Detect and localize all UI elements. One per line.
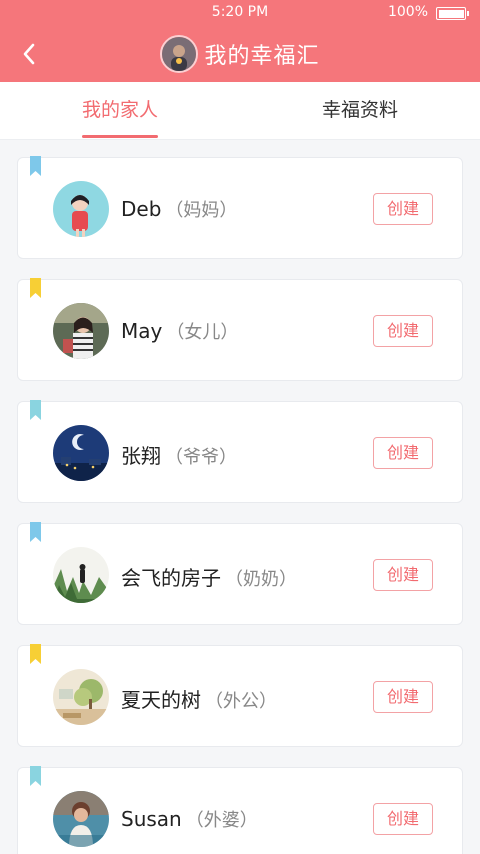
member-name: Deb （妈妈） bbox=[121, 196, 237, 222]
member-nickname: 会飞的房子 bbox=[121, 566, 221, 590]
battery-percent: 100% bbox=[387, 4, 428, 20]
avatar bbox=[53, 425, 109, 481]
family-member-card[interactable]: Deb （妈妈） 创建 bbox=[17, 156, 463, 259]
family-member-card[interactable]: Susan （外婆） 创建 bbox=[17, 766, 463, 854]
active-tab-indicator bbox=[82, 135, 158, 138]
avatar bbox=[53, 181, 109, 237]
member-nickname: 夏天的树 bbox=[121, 688, 201, 712]
tab-happiness-info[interactable]: 幸福资料 bbox=[240, 82, 480, 140]
member-nickname: May bbox=[121, 319, 163, 343]
user-avatar[interactable] bbox=[160, 35, 199, 73]
member-nickname: Deb bbox=[121, 197, 162, 221]
member-relation: （女儿） bbox=[166, 322, 239, 343]
avatar bbox=[53, 791, 109, 847]
member-name: 张翔 （爷爷） bbox=[121, 440, 237, 469]
bookmark-icon bbox=[30, 400, 41, 420]
member-relation: （奶奶） bbox=[225, 569, 297, 590]
app-header: 5:20 PM 100% 我的幸福汇 bbox=[0, 0, 480, 82]
avatar bbox=[53, 303, 109, 359]
status-bar: 5:20 PM 100% bbox=[0, 0, 480, 26]
member-name: Susan （外婆） bbox=[121, 806, 258, 832]
member-relation: （妈妈） bbox=[165, 200, 238, 221]
member-name: 会飞的房子 （奶奶） bbox=[121, 562, 297, 591]
bookmark-icon bbox=[30, 644, 41, 664]
family-member-card[interactable]: 张翔 （爷爷） 创建 bbox=[17, 400, 463, 503]
member-relation: （外公） bbox=[205, 691, 277, 712]
create-button[interactable]: 创建 bbox=[373, 437, 433, 469]
header-title-group: 我的幸福汇 bbox=[0, 34, 480, 74]
family-member-card[interactable]: 会飞的房子 （奶奶） 创建 bbox=[17, 522, 463, 625]
member-relation: （外婆） bbox=[185, 810, 258, 831]
bookmark-icon bbox=[30, 156, 41, 176]
member-nickname: Susan bbox=[121, 807, 182, 831]
bookmark-icon bbox=[30, 766, 41, 786]
family-member-card[interactable]: May （女儿） 创建 bbox=[17, 278, 463, 381]
member-name: May （女儿） bbox=[121, 318, 238, 344]
member-name: 夏天的树 （外公） bbox=[121, 684, 277, 713]
family-member-card[interactable]: 夏天的树 （外公） 创建 bbox=[17, 644, 463, 747]
member-nickname: 张翔 bbox=[121, 444, 161, 468]
create-button[interactable]: 创建 bbox=[373, 559, 433, 591]
avatar bbox=[53, 547, 109, 603]
tab-my-family[interactable]: 我的家人 bbox=[0, 82, 240, 140]
avatar bbox=[53, 669, 109, 725]
bookmark-icon bbox=[30, 278, 41, 298]
create-button[interactable]: 创建 bbox=[373, 193, 433, 225]
tab-bar: 我的家人 幸福资料 bbox=[0, 82, 480, 140]
member-relation: （爷爷） bbox=[165, 447, 237, 468]
battery-icon bbox=[436, 7, 469, 20]
bookmark-icon bbox=[30, 522, 41, 542]
create-button[interactable]: 创建 bbox=[373, 681, 433, 713]
create-button[interactable]: 创建 bbox=[373, 315, 433, 347]
create-button[interactable]: 创建 bbox=[373, 803, 433, 835]
page-title: 我的幸福汇 bbox=[204, 44, 320, 69]
